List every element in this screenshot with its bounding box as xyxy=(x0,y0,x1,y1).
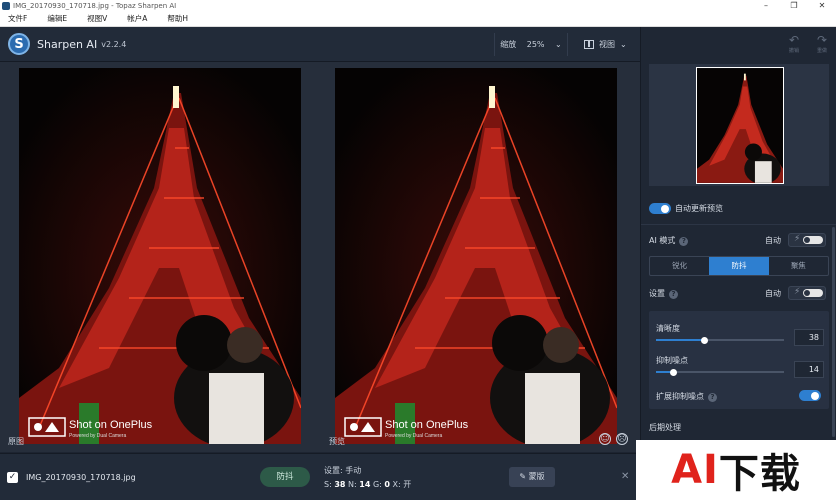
denoise-value[interactable]: 14 xyxy=(794,361,824,378)
clarity-slider[interactable] xyxy=(656,336,784,344)
ai-mode-heading: AI 模式? xyxy=(649,235,689,246)
app-header: S Sharpen AI v2.2.4 缩放 25% ⌄ 视图 ⌄ xyxy=(0,27,640,62)
file-bar: ✓ IMG_20170930_170718.jpg 防抖 设置: 手动 S: 3… xyxy=(0,453,640,500)
sidebar-scrollbar[interactable] xyxy=(832,227,835,437)
zoom-dropdown[interactable]: 缩放 25% ⌄ xyxy=(494,33,568,56)
settings-auto-label: 自动 xyxy=(765,289,781,298)
stat-n: 14 xyxy=(359,480,371,489)
menu-help[interactable]: 帮助H xyxy=(167,13,188,24)
post-processing-heading[interactable]: 后期处理 xyxy=(649,422,681,433)
stat-g: 0 xyxy=(384,480,390,489)
close-window-icon[interactable]: ✕ xyxy=(808,1,836,10)
auto-preview-toggle[interactable] xyxy=(649,203,671,214)
window-titlebar: IMG_20170930_170718.jpg - Topaz Sharpen … xyxy=(0,0,836,11)
remove-file-icon[interactable]: ✕ xyxy=(621,471,629,482)
restore-icon[interactable]: ❐ xyxy=(780,1,808,10)
ai-mode-auto-label: 自动 xyxy=(765,236,781,245)
site-watermark: AI 下载 xyxy=(636,440,836,500)
chevron-down-icon: ⌄ xyxy=(620,40,627,49)
navigator xyxy=(649,64,829,186)
clarity-value[interactable]: 38 xyxy=(794,329,824,346)
preview-image[interactable]: Shot on OnePlus Powered by Dual Camera xyxy=(335,68,617,444)
camera-caption: Shot on OnePlus xyxy=(385,419,469,431)
original-image[interactable]: Shot on OnePlus Powered by Dual Camera xyxy=(19,68,301,444)
camera-caption: Shot on OnePlus xyxy=(69,419,153,431)
extended-denoise-label: 扩展抑制噪点? xyxy=(656,391,717,402)
stat-x: 开 xyxy=(403,480,412,489)
divider xyxy=(641,224,836,225)
menubar: 文件F 编辑E 视图V 帐户A 帮助H xyxy=(0,11,836,27)
zoom-value: 25% xyxy=(526,40,545,49)
frown-feedback-icon[interactable]: ☹ xyxy=(616,433,628,445)
camera-subcaption: Powered by Dual Camera xyxy=(69,433,126,439)
chevron-down-icon: ⌄ xyxy=(555,40,562,49)
slider-handle[interactable] xyxy=(701,336,709,344)
app-icon xyxy=(2,1,10,10)
redo-icon: ↷ xyxy=(816,33,828,47)
zoom-label: 缩放 xyxy=(500,40,517,49)
undo-icon: ↶ xyxy=(788,33,800,47)
file-name: IMG_20170930_170718.jpg xyxy=(26,473,136,482)
right-sidebar: ↶ 撤销 ↷ 重做 自动更新预览 AI 模式? 自动 ⚡ 锐化 防抖 聚焦 设置… xyxy=(640,27,836,500)
auto-preview-label: 自动更新预览 xyxy=(675,204,723,213)
mode-badge-button[interactable]: 防抖 xyxy=(260,467,310,487)
mode-stabilize[interactable]: 防抖 xyxy=(709,257,769,275)
minimize-icon[interactable]: – xyxy=(752,1,780,10)
undo-button[interactable]: ↶ 撤销 xyxy=(786,33,802,54)
settings-panel: 清晰度 38 抑制噪点 14 扩展抑制噪点? xyxy=(649,311,829,409)
menu-edit[interactable]: 编辑E xyxy=(47,13,67,24)
window-title: IMG_20170930_170718.jpg - Topaz Sharpen … xyxy=(13,1,177,10)
app-version: v2.2.4 xyxy=(101,39,127,49)
extended-denoise-toggle[interactable] xyxy=(799,390,821,401)
lightning-icon: ⚡ xyxy=(794,234,801,244)
ai-mode-auto-toggle[interactable]: ⚡ xyxy=(788,233,826,247)
smile-feedback-icon[interactable]: ☺ xyxy=(599,433,611,445)
help-icon[interactable]: ? xyxy=(679,237,689,246)
denoise-slider[interactable] xyxy=(656,368,784,376)
denoise-label: 抑制噪点 xyxy=(656,356,688,365)
camera-subcaption: Powered by Dual Camera xyxy=(385,433,442,439)
mode-focus[interactable]: 聚焦 xyxy=(769,257,828,275)
redo-button[interactable]: ↷ 重做 xyxy=(814,33,830,54)
mask-button[interactable]: ✎ 蒙版 xyxy=(509,467,555,487)
settings-auto-toggle[interactable]: ⚡ xyxy=(788,286,826,300)
menu-account[interactable]: 帐户A xyxy=(127,13,147,24)
settings-heading: 设置? xyxy=(649,288,678,299)
settings-summary: 设置: 手动 xyxy=(324,466,362,475)
split-view-icon xyxy=(584,40,594,49)
help-icon[interactable]: ? xyxy=(708,393,717,402)
undo-redo-group: ↶ 撤销 ↷ 重做 xyxy=(786,33,830,54)
menu-file[interactable]: 文件F xyxy=(8,13,27,24)
slider-handle[interactable] xyxy=(670,368,678,376)
image-canvas: Shot on OnePlus Powered by Dual Camera S… xyxy=(0,62,640,452)
brush-icon: ✎ xyxy=(519,472,527,481)
sharpen-logo-icon: S xyxy=(8,33,30,55)
file-checkbox[interactable]: ✓ xyxy=(7,472,18,483)
original-label: 原图 xyxy=(8,437,24,446)
lightning-icon: ⚡ xyxy=(794,287,801,297)
preview-label: 预览 xyxy=(329,437,345,446)
navigator-thumbnail[interactable] xyxy=(696,67,784,184)
menu-view[interactable]: 视图V xyxy=(87,13,107,24)
view-label: 视图 xyxy=(599,40,615,49)
clarity-label: 清晰度 xyxy=(656,324,680,333)
mode-selector: 锐化 防抖 聚焦 xyxy=(649,256,829,276)
app-name: Sharpen AI xyxy=(37,37,98,51)
settings-stats: S: 38 N: 14 G: 0 X: 开 xyxy=(324,480,412,489)
view-dropdown[interactable]: 视图 ⌄ xyxy=(576,33,638,56)
mode-sharpen[interactable]: 锐化 xyxy=(650,257,709,275)
stat-s: 38 xyxy=(334,480,346,489)
help-icon[interactable]: ? xyxy=(669,290,678,299)
